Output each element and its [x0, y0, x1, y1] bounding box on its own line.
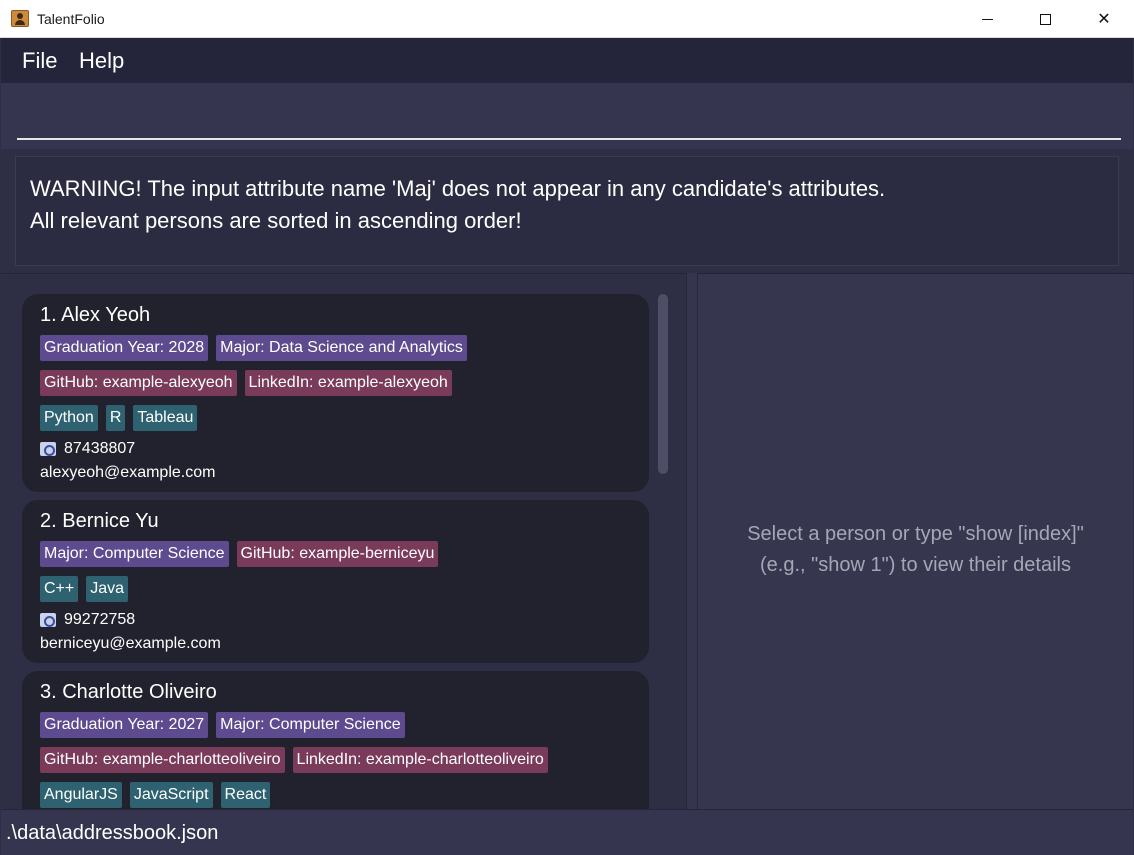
person-name: 2. Bernice Yu: [40, 510, 159, 532]
tag-row: Graduation Year: 2027 Major: Computer Sc…: [40, 712, 631, 738]
save-location: .\data\addressbook.json: [6, 822, 219, 844]
status-bar: .\data\addressbook.json: [1, 809, 1133, 855]
tag-skill: R: [105, 405, 126, 431]
person-list[interactable]: 1. Alex Yeoh Graduation Year: 2028 Major…: [1, 273, 686, 809]
tag-skill: Python: [40, 405, 98, 431]
maximize-button[interactable]: [1016, 0, 1074, 38]
tag-linkedin: LinkedIn: example-charlotteoliveiro: [292, 747, 548, 773]
phone-icon: [40, 442, 56, 456]
email: alexyeoh@example.com: [40, 464, 216, 481]
detail-placeholder: Select a person or type "show [index]" (…: [698, 519, 1133, 581]
result-line-1: WARNING! The input attribute name 'Maj' …: [30, 176, 886, 201]
menu-file[interactable]: File: [22, 48, 57, 74]
close-button[interactable]: ✕: [1075, 0, 1133, 38]
tag-row: AngularJS JavaScript React: [40, 782, 631, 808]
phone-row: 99272758: [40, 611, 631, 629]
email: berniceyu@example.com: [40, 635, 221, 652]
person-name: 3. Charlotte Oliveiro: [40, 681, 217, 703]
tag-row: GitHub: example-charlotteoliveiro Linked…: [40, 747, 631, 773]
tag-skill: React: [220, 782, 271, 808]
placeholder-line-2: (e.g., "show 1") to view their details: [760, 554, 1071, 576]
tag-skill: Tableau: [133, 405, 198, 431]
result-display-container: WARNING! The input attribute name 'Maj' …: [1, 149, 1133, 273]
app-icon: [11, 10, 29, 27]
maximize-icon: [1039, 13, 1051, 25]
panel-divider[interactable]: [686, 273, 698, 809]
menu-bar: File Help: [1, 38, 1133, 83]
detail-panel: Select a person or type "show [index]" (…: [698, 273, 1133, 809]
window-title: TalentFolio: [37, 11, 105, 27]
tag-row: GitHub: example-alexyeoh LinkedIn: examp…: [40, 370, 631, 396]
main-content: 1. Alex Yeoh Graduation Year: 2028 Major…: [1, 273, 1133, 809]
title-bar: TalentFolio ✕: [0, 0, 1134, 38]
close-icon: ✕: [1097, 11, 1111, 28]
placeholder-line-1: Select a person or type "show [index]": [747, 523, 1084, 545]
tag-row: C++ Java: [40, 576, 631, 602]
tag-major: Major: Computer Science: [40, 541, 229, 567]
phone-icon: [40, 613, 56, 627]
tag-github: GitHub: example-berniceyu: [236, 541, 439, 567]
tag-row: Major: Computer Science GitHub: example-…: [40, 541, 631, 567]
tag-major: Major: Computer Science: [216, 712, 405, 738]
person-card[interactable]: 2. Bernice Yu Major: Computer Science Gi…: [22, 500, 649, 663]
list-scrollbar[interactable]: [658, 294, 668, 474]
tag-skill: AngularJS: [40, 782, 122, 808]
tag-row: Python R Tableau: [40, 405, 631, 431]
tag-skill: JavaScript: [129, 782, 213, 808]
command-input[interactable]: [17, 93, 1121, 140]
tag-github: GitHub: example-alexyeoh: [40, 370, 237, 396]
tag-major: Major: Data Science and Analytics: [216, 335, 467, 361]
minimize-icon: [981, 18, 993, 20]
menu-help[interactable]: Help: [79, 48, 124, 74]
phone-number: 87438807: [64, 440, 136, 457]
phone-row: 87438807: [40, 440, 631, 458]
person-name: 1. Alex Yeoh: [40, 304, 151, 326]
tag-skill: C++: [40, 576, 79, 602]
command-box: [1, 83, 1133, 149]
result-line-2: All relevant persons are sorted in ascen…: [30, 208, 522, 233]
result-display: WARNING! The input attribute name 'Maj' …: [15, 156, 1119, 266]
person-card[interactable]: 1. Alex Yeoh Graduation Year: 2028 Major…: [22, 294, 649, 492]
tag-linkedin: LinkedIn: example-alexyeoh: [244, 370, 452, 396]
minimize-button[interactable]: [958, 0, 1016, 38]
tag-skill: Java: [86, 576, 129, 602]
phone-number: 99272758: [64, 611, 136, 628]
tag-github: GitHub: example-charlotteoliveiro: [40, 747, 285, 773]
tag-graduation-year: Graduation Year: 2028: [40, 335, 209, 361]
person-card[interactable]: 3. Charlotte Oliveiro Graduation Year: 2…: [22, 671, 649, 809]
tag-graduation-year: Graduation Year: 2027: [40, 712, 209, 738]
tag-row: Graduation Year: 2028 Major: Data Scienc…: [40, 335, 631, 361]
